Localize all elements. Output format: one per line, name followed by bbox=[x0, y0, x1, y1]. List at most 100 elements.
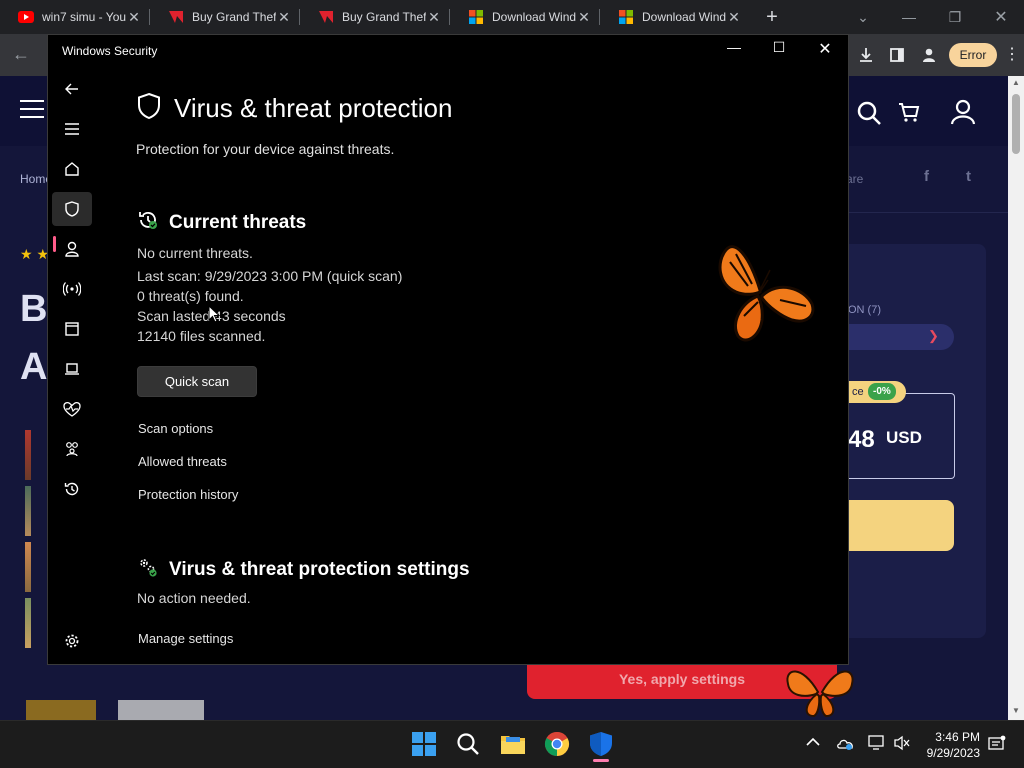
browser-tab[interactable]: win7 simu - You ✕ bbox=[0, 0, 150, 34]
browser-tab[interactable]: Buy Grand Thef ✕ bbox=[150, 0, 300, 34]
home-icon[interactable] bbox=[52, 152, 92, 186]
scroll-up-icon[interactable]: ▲ bbox=[1012, 78, 1020, 87]
tab-search-chevron-icon[interactable]: ⌄ bbox=[840, 0, 886, 34]
device-security-icon[interactable] bbox=[52, 352, 92, 386]
settings-gears-icon bbox=[137, 556, 159, 583]
current-threats-header: Current threats bbox=[137, 209, 306, 236]
network-icon[interactable] bbox=[52, 272, 92, 306]
account-protection-icon[interactable] bbox=[52, 232, 92, 266]
new-tab-plus-icon[interactable]: + bbox=[754, 6, 790, 29]
youtube-icon bbox=[18, 9, 34, 25]
tab-close-icon[interactable]: ✕ bbox=[726, 9, 742, 26]
settings-gear-icon[interactable] bbox=[52, 624, 92, 658]
product-title-fragment: A bbox=[20, 346, 48, 388]
gallery-thumbnail[interactable] bbox=[118, 700, 204, 720]
quick-scan-button[interactable]: Quick scan bbox=[137, 366, 257, 397]
scrollbar-thumb[interactable] bbox=[1012, 94, 1020, 154]
browser-close-icon[interactable]: ✕ bbox=[978, 0, 1024, 34]
site-hamburger-icon[interactable] bbox=[20, 100, 44, 118]
windows-security-shield-icon[interactable] bbox=[585, 728, 617, 760]
tab-close-icon[interactable]: ✕ bbox=[276, 9, 292, 26]
butterfly-icon bbox=[708, 240, 818, 353]
side-panel-icon[interactable] bbox=[886, 44, 908, 66]
facebook-icon[interactable]: f bbox=[924, 168, 929, 185]
protection-history-link[interactable]: Protection history bbox=[138, 487, 238, 502]
scroll-down-icon[interactable]: ▼ bbox=[1012, 706, 1020, 715]
screenshot-thumbnail[interactable] bbox=[25, 486, 31, 536]
volume-muted-icon[interactable] bbox=[893, 735, 911, 754]
page-scrollbar[interactable]: ▲ ▼ bbox=[1008, 76, 1024, 720]
g2a-icon bbox=[318, 9, 334, 25]
profile-icon[interactable] bbox=[918, 44, 940, 66]
page-title: Virus & threat protection bbox=[174, 93, 453, 123]
site-search-icon[interactable] bbox=[856, 100, 882, 131]
browser-minimize-icon[interactable]: — bbox=[886, 0, 932, 34]
clock-time: 3:46 PM bbox=[935, 730, 980, 744]
settings-title: Virus & threat protection settings bbox=[169, 558, 470, 580]
g2a-icon bbox=[168, 9, 184, 25]
chevron-up-icon[interactable] bbox=[806, 734, 820, 750]
shield-icon[interactable] bbox=[52, 192, 92, 226]
back-arrow-icon[interactable]: ← bbox=[12, 44, 30, 65]
site-account-icon[interactable] bbox=[950, 99, 976, 130]
screenshot-thumbnail[interactable] bbox=[25, 598, 31, 648]
threat-status-line: No current threats. bbox=[137, 245, 253, 261]
chrome-icon[interactable] bbox=[541, 728, 573, 760]
tab-close-icon[interactable]: ✕ bbox=[426, 9, 442, 26]
download-icon[interactable] bbox=[855, 44, 877, 66]
microsoft-icon bbox=[468, 9, 484, 25]
twitter-icon[interactable]: t bbox=[966, 168, 971, 185]
screenshot-thumbnail[interactable] bbox=[25, 430, 31, 480]
shield-icon bbox=[136, 92, 162, 125]
tab-title: Download Wind bbox=[642, 10, 726, 24]
divider bbox=[848, 212, 1008, 213]
back-icon[interactable] bbox=[52, 72, 92, 106]
tab-close-icon[interactable]: ✕ bbox=[126, 9, 142, 26]
browser-tab[interactable]: Download Wind ✕ bbox=[600, 0, 750, 34]
price-value: 48 bbox=[848, 426, 875, 453]
site-cart-icon[interactable] bbox=[898, 101, 920, 128]
close-icon[interactable]: ✕ bbox=[810, 39, 840, 59]
gallery-thumbnail[interactable] bbox=[26, 700, 96, 720]
tab-close-icon[interactable]: ✕ bbox=[576, 9, 592, 26]
onedrive-icon[interactable] bbox=[836, 736, 854, 753]
tab-title: win7 simu - You bbox=[42, 10, 126, 24]
window-title: Windows Security bbox=[62, 44, 158, 58]
taskbar-clock[interactable]: 3:46 PM 9/29/2023 bbox=[916, 729, 980, 761]
discount-badge: -0% bbox=[868, 383, 896, 400]
browser-menu-icon[interactable]: ⋮ bbox=[1004, 44, 1020, 64]
rating-stars: ★ ★ bbox=[20, 246, 49, 262]
family-options-icon[interactable] bbox=[52, 432, 92, 466]
allowed-threats-link[interactable]: Allowed threats bbox=[138, 454, 227, 469]
mouse-cursor-icon bbox=[208, 304, 221, 328]
windows-security-window: Windows Security — ☐ ✕ Virus & threat pr… bbox=[47, 34, 849, 665]
edition-label: ON (7) bbox=[848, 304, 881, 316]
notification-icon[interactable] bbox=[988, 735, 1006, 756]
browser-tab[interactable]: Buy Grand Thef ✕ bbox=[300, 0, 450, 34]
file-explorer-icon[interactable] bbox=[497, 728, 529, 760]
protection-history-icon[interactable] bbox=[52, 472, 92, 506]
minimize-icon[interactable]: — bbox=[719, 39, 749, 55]
browser-tab[interactable]: Download Wind ✕ bbox=[450, 0, 600, 34]
device-health-icon[interactable] bbox=[52, 392, 92, 426]
display-icon[interactable] bbox=[868, 735, 886, 754]
chevron-down-icon[interactable]: ❯ bbox=[928, 328, 939, 344]
microsoft-icon bbox=[618, 9, 634, 25]
browser-error-button[interactable]: Error bbox=[949, 43, 997, 67]
browser-restore-icon[interactable]: ❐ bbox=[932, 0, 978, 34]
scan-options-link[interactable]: Scan options bbox=[138, 421, 213, 436]
screenshot-thumbnail[interactable] bbox=[25, 542, 31, 592]
threat-status-line: 12140 files scanned. bbox=[137, 328, 266, 344]
active-app-indicator bbox=[593, 759, 609, 762]
search-icon[interactable] bbox=[452, 728, 484, 760]
settings-status: No action needed. bbox=[137, 590, 251, 606]
buy-button[interactable] bbox=[848, 500, 954, 551]
price-currency: USD bbox=[886, 428, 922, 447]
product-title-fragment: B bbox=[20, 288, 48, 330]
hamburger-menu-icon[interactable] bbox=[52, 112, 92, 146]
app-browser-control-icon[interactable] bbox=[52, 312, 92, 346]
page-header: Virus & threat protection bbox=[136, 92, 452, 125]
manage-settings-link[interactable]: Manage settings bbox=[138, 631, 233, 646]
windows-start-icon[interactable] bbox=[408, 728, 440, 760]
maximize-icon[interactable]: ☐ bbox=[764, 39, 794, 56]
